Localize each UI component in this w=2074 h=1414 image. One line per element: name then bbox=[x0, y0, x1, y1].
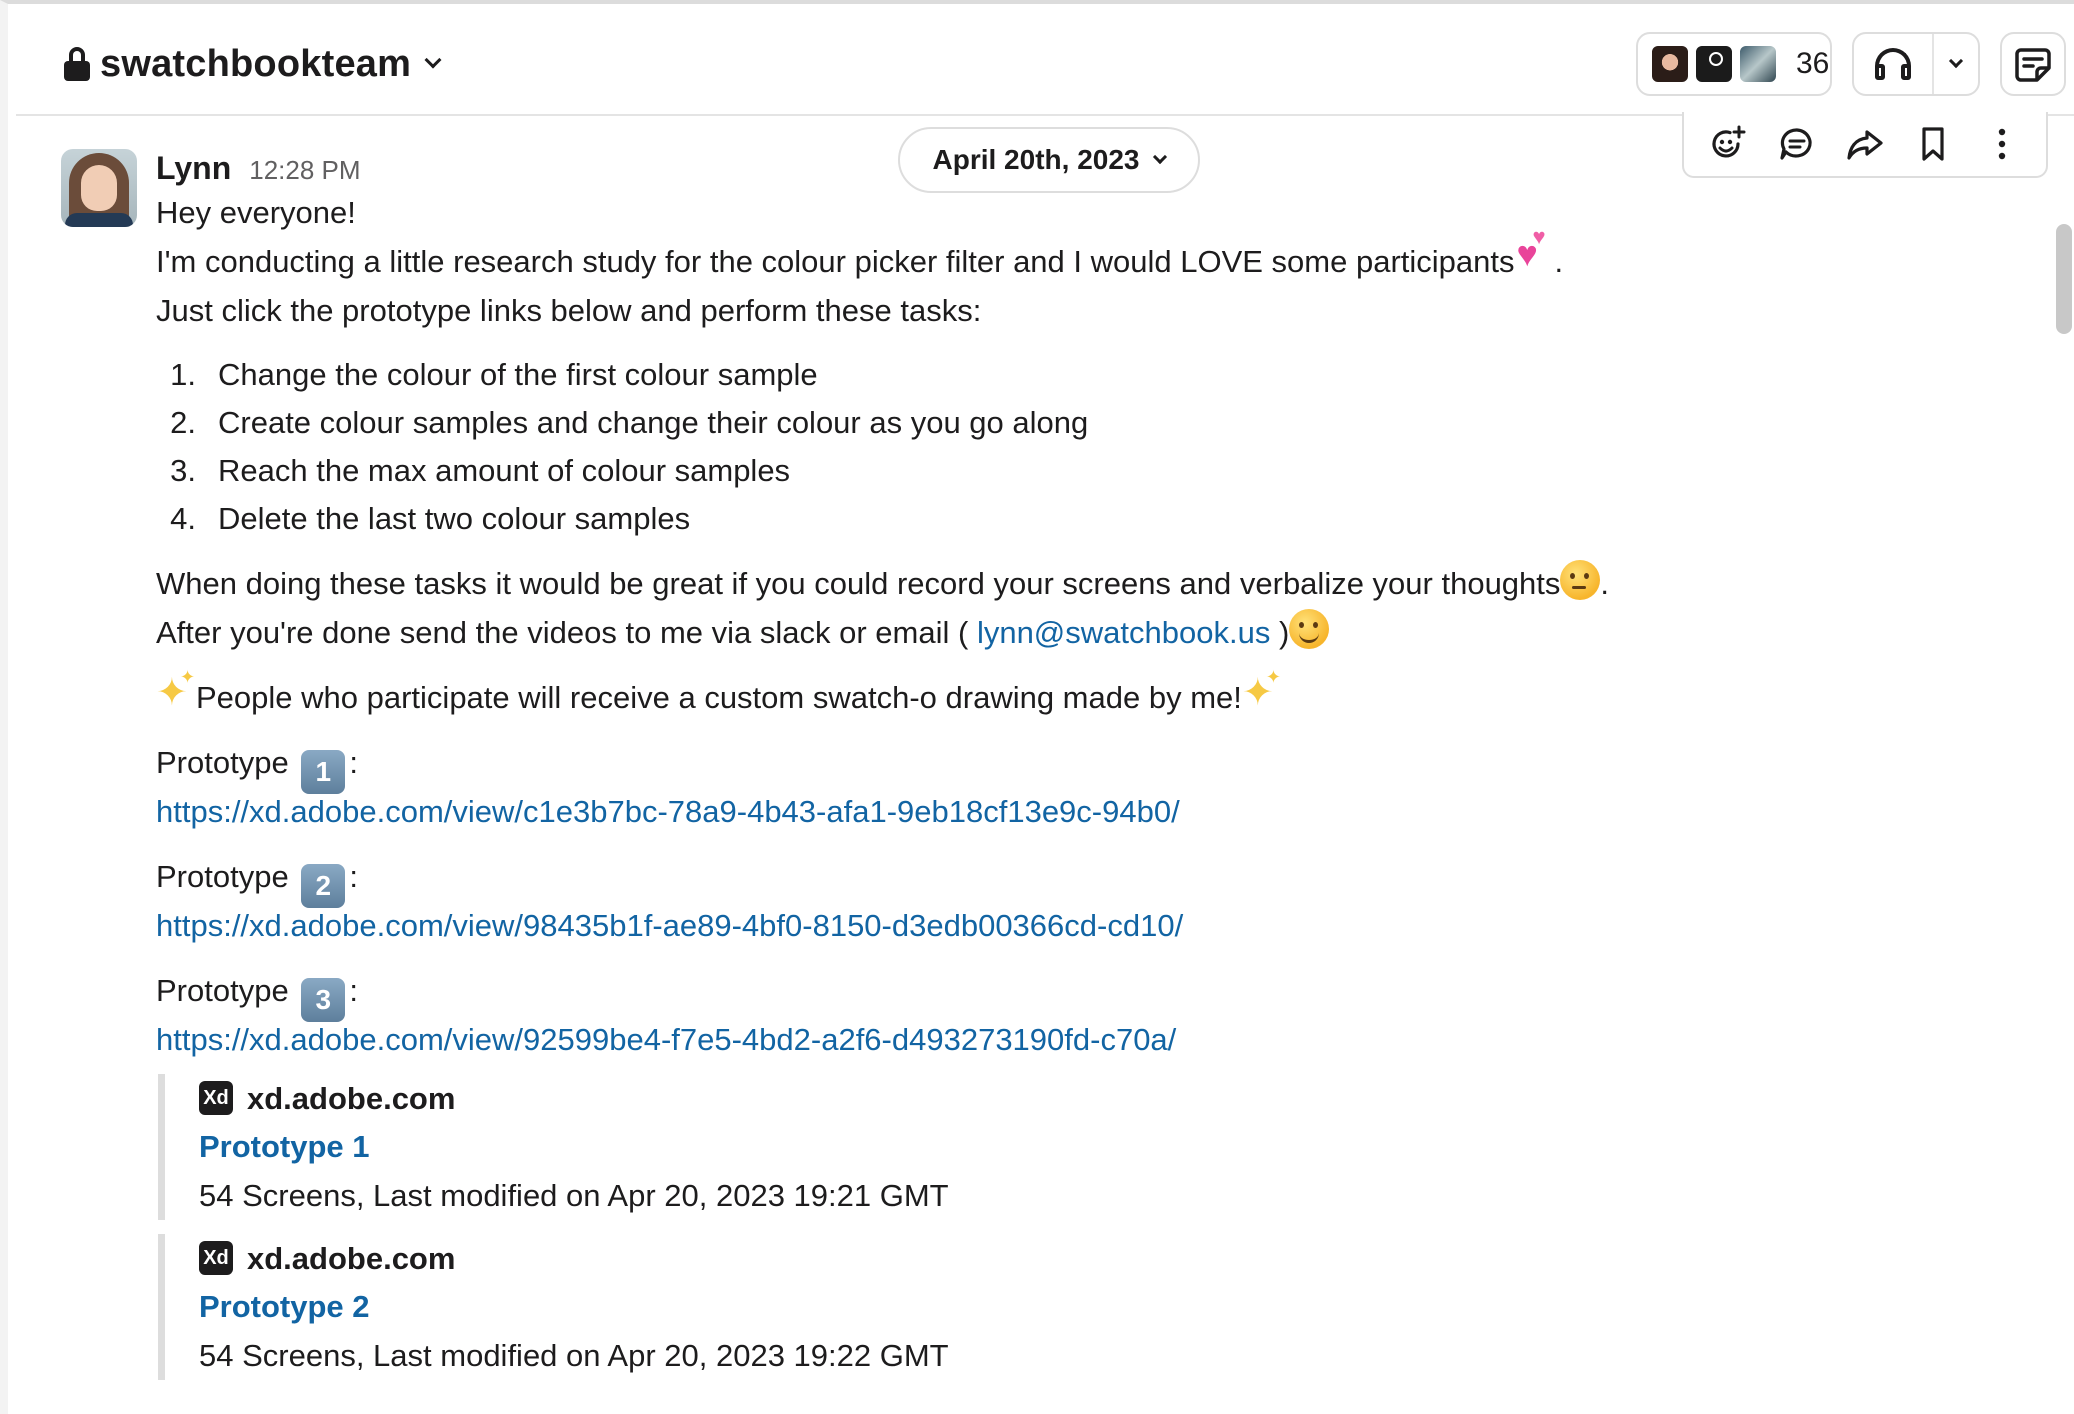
date-divider-button[interactable]: April 20th, 2023 bbox=[898, 127, 1200, 193]
author-name[interactable]: Lynn bbox=[156, 144, 231, 193]
member-avatar bbox=[1694, 44, 1734, 84]
thinking-face-emoji-icon bbox=[1560, 560, 1601, 600]
sparkles-emoji-icon bbox=[1242, 666, 1282, 714]
message-text: After you're done send the videos to me … bbox=[156, 615, 977, 650]
preview-title-link[interactable]: Prototype 2 bbox=[199, 1282, 1358, 1331]
email-link[interactable]: lynn@swatchbook.us bbox=[977, 615, 1270, 650]
forward-icon bbox=[1847, 130, 1883, 160]
forward-button[interactable] bbox=[1843, 122, 1887, 166]
prototype-label: Prototype 3: bbox=[156, 966, 1756, 1022]
members-button[interactable]: 36 bbox=[1636, 32, 1832, 96]
message-text: When doing these tasks it would be great… bbox=[156, 566, 1561, 601]
channel-name: swatchbookteam bbox=[100, 42, 412, 85]
link-preview: Xd xd.adobe.com Prototype 1 54 Screens, … bbox=[158, 1074, 1358, 1220]
member-avatar bbox=[1650, 44, 1690, 84]
author-avatar[interactable] bbox=[61, 149, 137, 227]
prototype-entry: Prototype 3: https://xd.adobe.com/view/9… bbox=[156, 966, 1756, 1064]
message-line: People who participate will receive a cu… bbox=[156, 666, 1756, 722]
message-line: I'm conducting a little research study f… bbox=[156, 222, 1756, 286]
prototype-link[interactable]: https://xd.adobe.com/view/c1e3b7bc-78a9-… bbox=[156, 794, 1180, 829]
add-reaction-icon bbox=[1712, 125, 1746, 158]
task-list: 1. Change the colour of the first colour … bbox=[156, 351, 1756, 543]
headphones-icon bbox=[1875, 46, 1911, 82]
list-item: 1. Change the colour of the first colour … bbox=[170, 357, 818, 392]
message-text: ) bbox=[1270, 615, 1290, 650]
sparkles-emoji-icon bbox=[156, 666, 196, 714]
prototype-link[interactable]: https://xd.adobe.com/view/92599be4-f7e5-… bbox=[156, 1022, 1176, 1057]
reply-in-thread-button[interactable] bbox=[1775, 122, 1819, 166]
message-actions-toolbar bbox=[1682, 112, 2048, 178]
message: Lynn 12:28 PM Hey everyone! I'm conducti… bbox=[156, 144, 1756, 1394]
list-item: 4. Delete the last two colour samples bbox=[170, 501, 691, 536]
channel-header: swatchbookteam 36 bbox=[16, 8, 2074, 116]
adobe-xd-icon: Xd bbox=[199, 1081, 233, 1115]
member-avatar bbox=[1738, 44, 1778, 84]
two-hearts-emoji-icon bbox=[1515, 222, 1555, 278]
link-preview: Xd xd.adobe.com Prototype 2 54 Screens, … bbox=[158, 1234, 1358, 1380]
preview-description: 54 Screens, Last modified on Apr 20, 202… bbox=[199, 1178, 949, 1213]
message-line: When doing these tasks it would be great… bbox=[156, 559, 1756, 608]
message-text: . bbox=[1600, 566, 1610, 601]
canvas-button[interactable] bbox=[2000, 32, 2066, 96]
lock-icon bbox=[64, 47, 90, 81]
date-label: April 20th, 2023 bbox=[932, 144, 1140, 175]
chevron-down-icon bbox=[1948, 53, 1964, 69]
adobe-xd-icon: Xd bbox=[199, 1241, 233, 1275]
hugging-face-emoji-icon bbox=[1289, 609, 1330, 649]
more-actions-icon bbox=[1998, 128, 2005, 160]
channel-name-button[interactable]: swatchbookteam bbox=[64, 36, 442, 92]
preview-site-name: xd.adobe.com bbox=[247, 1080, 456, 1116]
scrollbar-thumb[interactable] bbox=[2056, 224, 2072, 334]
chevron-down-icon bbox=[424, 51, 442, 69]
prototype-link[interactable]: https://xd.adobe.com/view/98435b1f-ae89-… bbox=[156, 908, 1183, 943]
app-window: swatchbookteam 36 Lynn 12:28 PM Hey ever… bbox=[0, 0, 2074, 1414]
message-text: People who participate will receive a cu… bbox=[196, 680, 1242, 715]
more-actions-button[interactable] bbox=[1980, 122, 2024, 166]
prototype-label: Prototype 1: bbox=[156, 738, 1756, 794]
huddle-options-button[interactable] bbox=[1934, 53, 1978, 69]
message-line: Just click the prototype links below and… bbox=[156, 293, 982, 328]
message-text: . bbox=[1554, 244, 1564, 279]
canvas-icon bbox=[2015, 48, 2051, 82]
reply-in-thread-icon bbox=[1779, 128, 1812, 160]
bookmark-icon bbox=[1922, 127, 1944, 161]
add-reaction-button[interactable] bbox=[1706, 122, 1750, 166]
huddle-button[interactable] bbox=[1854, 34, 1934, 94]
prototype-entry: Prototype 2: https://xd.adobe.com/view/9… bbox=[156, 852, 1756, 950]
preview-title-link[interactable]: Prototype 1 bbox=[199, 1122, 1358, 1171]
prototype-entry: Prototype 1: https://xd.adobe.com/view/c… bbox=[156, 738, 1756, 836]
preview-site-name: xd.adobe.com bbox=[247, 1240, 456, 1276]
preview-description: 54 Screens, Last modified on Apr 20, 202… bbox=[199, 1338, 949, 1373]
list-item: 2. Create colour samples and change their… bbox=[170, 405, 1089, 440]
message-text: I'm conducting a little research study f… bbox=[156, 244, 1515, 279]
message-line: Hey everyone! bbox=[156, 195, 356, 230]
member-count: 36 bbox=[1796, 47, 1830, 80]
huddle-control bbox=[1852, 32, 1980, 96]
message-line: After you're done send the videos to me … bbox=[156, 608, 1756, 657]
chevron-down-icon bbox=[1153, 149, 1168, 165]
save-for-later-button[interactable] bbox=[1911, 122, 1955, 166]
prototype-label: Prototype 2: bbox=[156, 852, 1756, 908]
list-item: 3. Reach the max amount of colour samples bbox=[170, 453, 791, 488]
